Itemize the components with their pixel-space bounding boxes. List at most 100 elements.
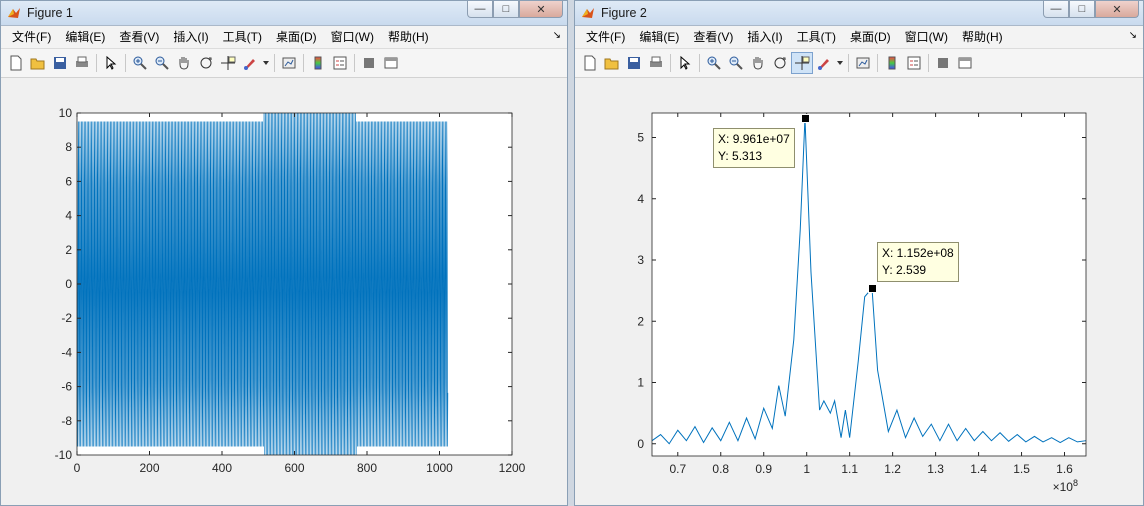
menu-desktop[interactable]: 桌面(D) (843, 26, 898, 48)
separator (303, 54, 304, 72)
datatip-marker[interactable] (800, 113, 810, 123)
zoom-out-icon (155, 56, 169, 70)
save-button[interactable] (49, 52, 71, 74)
hide-plot-tools-button[interactable] (932, 52, 954, 74)
x-tick-label: 1000 (426, 461, 453, 475)
menu-tools[interactable]: 工具(T) (216, 26, 269, 48)
show-plot-tools-button[interactable] (380, 52, 402, 74)
save-icon (54, 57, 66, 69)
menu-view[interactable]: 查看(V) (112, 26, 166, 48)
rotate-icon (200, 57, 212, 69)
separator (96, 54, 97, 72)
menu-view[interactable]: 查看(V) (686, 26, 740, 48)
legend-button[interactable] (903, 52, 925, 74)
maximize-button[interactable]: □ (493, 1, 519, 18)
link-plot-icon (282, 57, 296, 69)
link-plot-button[interactable] (852, 52, 874, 74)
close-button[interactable]: ✕ (1095, 1, 1139, 18)
menu-window[interactable]: 窗口(W) (324, 26, 381, 48)
figure-canvas: 0 200 400 600 800 1000 1200 10 8 6 4 2 0 -2 -4 -6 -8 -10 (1, 81, 567, 505)
y-tick-label: 8 (65, 140, 72, 154)
menu-desktop[interactable]: 桌面(D) (269, 26, 324, 48)
brush-icon (818, 59, 829, 70)
menu-tools[interactable]: 工具(T) (790, 26, 843, 48)
minimize-button[interactable]: — (467, 1, 493, 18)
new-figure-button[interactable] (579, 52, 601, 74)
pan-button[interactable] (747, 52, 769, 74)
menu-insert[interactable]: 插入(I) (740, 26, 789, 48)
title-bar[interactable]: Figure 1 — □ ✕ (1, 1, 567, 26)
menu-bar: 文件(F) 编辑(E) 查看(V) 插入(I) 工具(T) 桌面(D) 窗口(W… (575, 26, 1143, 49)
x-tick-label: 1 (803, 462, 810, 476)
x-tick-label: 600 (284, 461, 304, 475)
show-plot-tools-button[interactable] (954, 52, 976, 74)
y-tick-label: 1 (637, 376, 644, 390)
datatip-y: Y: 2.539 (882, 263, 927, 278)
close-button[interactable]: ✕ (519, 1, 563, 18)
x-tick-label: 1.6 (1056, 462, 1073, 476)
link-plot-button[interactable] (278, 52, 300, 74)
datatip-x: X: 1.152e+08 (882, 246, 954, 261)
zoom-out-button[interactable] (151, 52, 173, 74)
plot-1[interactable]: 0 200 400 600 800 1000 1200 10 8 6 4 2 0 -2 -4 -6 -8 -10 (1, 81, 567, 505)
colorbar-button[interactable] (307, 52, 329, 74)
open-icon (604, 58, 619, 70)
menu-file[interactable]: 文件(F) (5, 26, 58, 48)
menu-window[interactable]: 窗口(W) (898, 26, 955, 48)
menu-help[interactable]: 帮助(H) (955, 26, 1010, 48)
y-tick-label: 0 (637, 437, 644, 451)
print-button[interactable] (645, 52, 667, 74)
x-tick-label: 1.1 (841, 462, 858, 476)
maximize-button[interactable]: □ (1069, 1, 1095, 18)
edit-plot-button[interactable] (674, 52, 696, 74)
print-icon (650, 56, 662, 67)
menu-file[interactable]: 文件(F) (579, 26, 632, 48)
brush-button[interactable] (813, 52, 835, 74)
datatip-marker[interactable] (867, 283, 877, 293)
y-tick-label: 2 (65, 243, 72, 257)
open-button[interactable] (601, 52, 623, 74)
edit-plot-button[interactable] (100, 52, 122, 74)
zoom-in-button[interactable] (129, 52, 151, 74)
separator (848, 54, 849, 72)
y-tick-label: 4 (65, 209, 72, 223)
datatip[interactable]: X: 9.961e+07 Y: 5.313 (713, 128, 795, 169)
y-tick-label: 0 (65, 277, 72, 291)
print-button[interactable] (71, 52, 93, 74)
zoom-in-button[interactable] (703, 52, 725, 74)
new-figure-button[interactable] (5, 52, 27, 74)
rotate-button[interactable] (769, 52, 791, 74)
menu-help[interactable]: 帮助(H) (381, 26, 436, 48)
save-button[interactable] (623, 52, 645, 74)
menu-insert[interactable]: 插入(I) (166, 26, 215, 48)
hide-plot-tools-button[interactable] (358, 52, 380, 74)
rotate-button[interactable] (195, 52, 217, 74)
title-bar[interactable]: Figure 2 — □ ✕ (575, 1, 1143, 26)
brush-dropdown[interactable] (835, 52, 845, 74)
datatip[interactable]: X: 1.152e+08 Y: 2.539 (877, 242, 959, 283)
plot-2[interactable]: 0.7 0.8 0.9 1 1.1 1.2 1.3 1.4 1.5 1.6 5 4 3 2 1 0 ×108 (575, 81, 1143, 505)
legend-button[interactable] (329, 52, 351, 74)
zoom-out-button[interactable] (725, 52, 747, 74)
separator (354, 54, 355, 72)
separator (699, 54, 700, 72)
open-icon (30, 58, 45, 70)
brush-button[interactable] (239, 52, 261, 74)
dock-arrow-icon[interactable]: ↘ (553, 30, 561, 41)
menu-edit[interactable]: 编辑(E) (58, 26, 112, 48)
colorbar-button[interactable] (881, 52, 903, 74)
brush-icon (244, 59, 255, 70)
data-cursor-button[interactable] (791, 52, 813, 74)
minimize-button[interactable]: — (1043, 1, 1069, 18)
brush-dropdown[interactable] (261, 52, 271, 74)
open-button[interactable] (27, 52, 49, 74)
menu-edit[interactable]: 编辑(E) (632, 26, 686, 48)
figure-canvas: 0.7 0.8 0.9 1 1.1 1.2 1.3 1.4 1.5 1.6 5 4 3 2 1 0 ×108 X… (575, 81, 1143, 505)
x-tick-label: 400 (212, 461, 232, 475)
x-tick-label: 800 (357, 461, 377, 475)
x-tick-label: 1.3 (927, 462, 944, 476)
dock-arrow-icon[interactable]: ↘ (1129, 30, 1137, 41)
matlab-icon (8, 8, 20, 18)
pan-button[interactable] (173, 52, 195, 74)
data-cursor-button[interactable] (217, 52, 239, 74)
